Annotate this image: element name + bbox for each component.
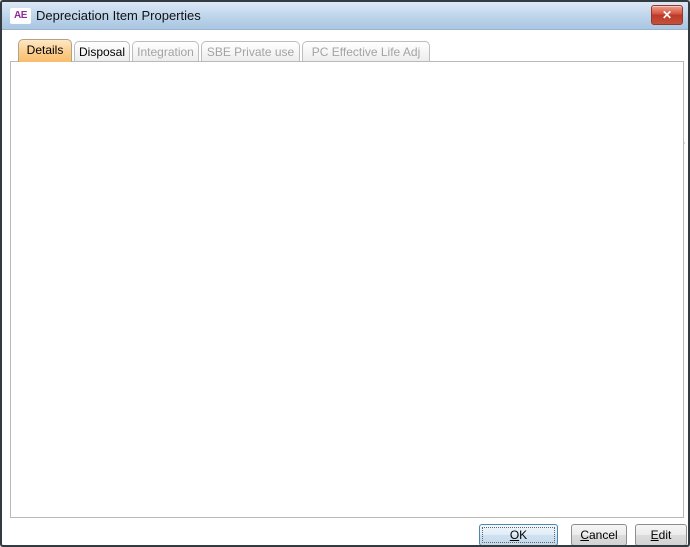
tab-disposal[interactable]: Disposal <box>74 41 130 62</box>
tab-label: Disposal <box>79 45 125 59</box>
close-button[interactable]: ✕ <box>651 5 683 25</box>
tab-integration: Integration <box>132 41 199 62</box>
tab-details[interactable]: Details <box>18 39 72 62</box>
dialog-depreciation-item-properties: AE Depreciation Item Properties ✕ Detail… <box>0 0 690 547</box>
close-icon: ✕ <box>662 8 672 22</box>
tab-sbe-private-use: SBE Private use <box>201 41 300 62</box>
tab-label: SBE Private use <box>207 45 294 59</box>
app-icon: AE <box>10 8 31 24</box>
tab-label: PC Effective Life Adj <box>312 45 421 59</box>
window-title: Depreciation Item Properties <box>36 2 201 30</box>
tab-pc-effective-life-adj: PC Effective Life Adj <box>302 41 430 62</box>
cancel-button[interactable]: Cancel <box>571 524 627 546</box>
title-bar: AE Depreciation Item Properties ✕ <box>2 2 688 30</box>
ok-button[interactable]: OK <box>479 524 558 546</box>
edit-button[interactable]: Edit <box>635 524 687 546</box>
tab-panel-details <box>10 61 684 518</box>
tab-label: Details <box>27 43 64 57</box>
tab-label: Integration <box>137 45 194 59</box>
